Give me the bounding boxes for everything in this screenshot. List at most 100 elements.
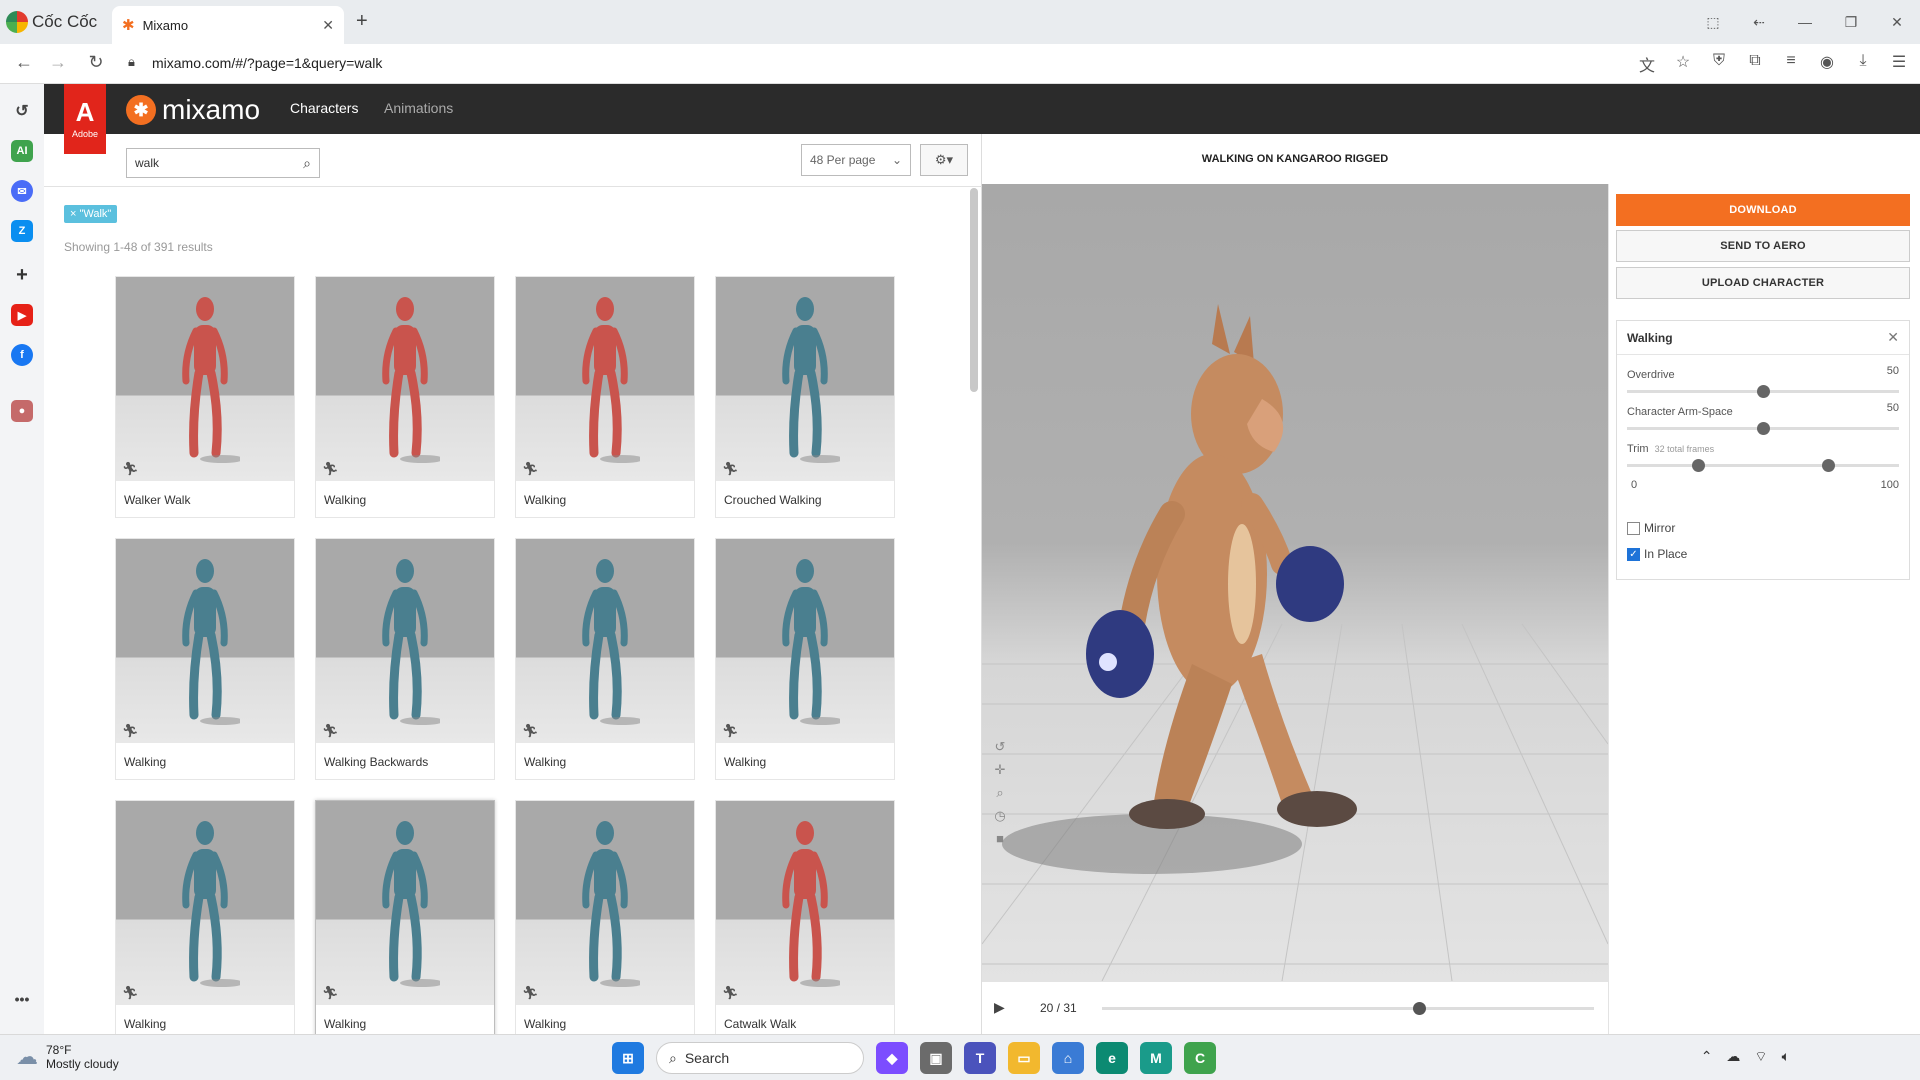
- animation-card[interactable]: 🏃︎ Catwalk Walk: [715, 800, 895, 1034]
- animation-card[interactable]: 🏃︎ Walking: [315, 800, 495, 1034]
- window-close-icon[interactable]: ✕: [1874, 14, 1920, 31]
- overdrive-slider[interactable]: [1627, 385, 1899, 398]
- mixamo-logo[interactable]: ✱ mixamo: [126, 94, 260, 126]
- download-icon[interactable]: ⤓: [1852, 52, 1874, 76]
- animation-thumbnail[interactable]: 🏃︎: [516, 539, 694, 743]
- in-place-row[interactable]: ✓ In Place: [1627, 547, 1687, 561]
- media-icon[interactable]: ≡: [1780, 52, 1802, 76]
- animation-card[interactable]: 🏃︎ Walking: [115, 538, 295, 780]
- adobe-logo[interactable]: A Adobe: [64, 84, 106, 154]
- history-icon[interactable]: ↺: [11, 100, 33, 122]
- animation-card[interactable]: 🏃︎ Walking: [515, 538, 695, 780]
- animation-card[interactable]: 🏃︎ Walking: [315, 276, 495, 518]
- animation-card[interactable]: 🏃︎ Walking: [515, 800, 695, 1034]
- bookmark-star-icon[interactable]: ☆: [1672, 52, 1694, 76]
- send-to-aero-button[interactable]: SEND TO AERO: [1616, 230, 1910, 262]
- upload-character-button[interactable]: UPLOAD CHARACTER: [1616, 267, 1910, 299]
- reset-view-icon[interactable]: ↺: [992, 739, 1008, 755]
- scrollbar[interactable]: [970, 186, 978, 1034]
- zalo-icon[interactable]: Z: [11, 220, 33, 242]
- animation-thumbnail[interactable]: 🏃︎: [716, 277, 894, 481]
- mirror-checkbox[interactable]: [1627, 521, 1640, 535]
- forward-icon[interactable]: →: [46, 52, 70, 73]
- back-history-icon[interactable]: ⇠: [1736, 14, 1782, 31]
- translate-icon[interactable]: 文: [1636, 52, 1658, 76]
- screenshot-icon[interactable]: ⬚: [1690, 14, 1736, 31]
- taskbar-search[interactable]: ⌕ Search: [656, 1042, 864, 1074]
- overdrive-knob[interactable]: [1757, 385, 1770, 398]
- animation-thumbnail[interactable]: 🏃︎: [316, 277, 494, 481]
- animation-card[interactable]: 🏃︎ Walking Backwards: [315, 538, 495, 780]
- animation-thumbnail[interactable]: 🏃︎: [716, 539, 894, 743]
- in-place-checkbox[interactable]: ✓: [1627, 547, 1640, 561]
- animation-thumbnail[interactable]: 🏃︎: [316, 801, 494, 1005]
- add-shortcut-icon[interactable]: +: [11, 264, 33, 286]
- close-icon[interactable]: ✕: [1887, 329, 1899, 346]
- store-icon[interactable]: ⌂: [1052, 1042, 1084, 1074]
- tab-close-icon[interactable]: ✕: [322, 17, 334, 34]
- new-tab-icon[interactable]: +: [356, 10, 368, 33]
- mirror-row[interactable]: Mirror: [1627, 521, 1675, 535]
- search-icon[interactable]: ⌕: [303, 155, 311, 172]
- scroll-thumb[interactable]: [970, 188, 978, 392]
- grid-settings-button[interactable]: ⚙▾: [920, 144, 968, 176]
- messenger-icon[interactable]: ✉: [11, 180, 33, 202]
- reload-icon[interactable]: ↻: [84, 52, 108, 73]
- 3d-viewport[interactable]: ↺ ✛ ⌕ ◷ ■: [982, 184, 1608, 981]
- browser-logo[interactable]: Cốc Cốc: [6, 10, 97, 34]
- restore-icon[interactable]: ❐: [1828, 14, 1874, 31]
- minimize-icon[interactable]: —: [1782, 14, 1828, 30]
- url-field[interactable]: mixamo.com/#/?page=1&query=walk: [152, 55, 382, 71]
- timeline-track[interactable]: [1102, 1002, 1594, 1015]
- timeline-playhead[interactable]: [1413, 1002, 1427, 1015]
- onedrive-icon[interactable]: ☁: [1726, 1048, 1740, 1066]
- nav-characters[interactable]: Characters: [290, 100, 358, 116]
- facebook-icon[interactable]: f: [11, 344, 33, 366]
- more-icon[interactable]: •••: [11, 988, 33, 1010]
- animation-card[interactable]: 🏃︎ Crouched Walking: [715, 276, 895, 518]
- edge-icon[interactable]: e: [1096, 1042, 1128, 1074]
- profile-icon[interactable]: ◉: [1816, 52, 1838, 76]
- back-icon[interactable]: ←: [12, 52, 36, 73]
- lock-icon[interactable]: 🔒︎: [128, 54, 135, 70]
- youtube-icon[interactable]: ▶: [11, 304, 33, 326]
- weather-widget[interactable]: ☁ 78°F Mostly cloudy: [16, 1043, 119, 1071]
- coccoc-app-icon[interactable]: C: [1184, 1042, 1216, 1074]
- animation-thumbnail[interactable]: 🏃︎: [116, 277, 294, 481]
- camera-icon[interactable]: ■: [992, 831, 1008, 846]
- search-input[interactable]: [135, 156, 304, 170]
- arm-space-slider[interactable]: [1627, 422, 1899, 435]
- avatar-shortcut-icon[interactable]: ●: [11, 400, 33, 422]
- extensions-icon[interactable]: ⧉: [1744, 52, 1766, 76]
- trim-end-knob[interactable]: [1822, 459, 1836, 472]
- teams-icon[interactable]: T: [964, 1042, 996, 1074]
- timer-icon[interactable]: ◷: [992, 808, 1008, 824]
- task-view-icon[interactable]: ▣: [920, 1042, 952, 1074]
- animation-thumbnail[interactable]: 🏃︎: [316, 539, 494, 743]
- play-icon[interactable]: ▶: [994, 999, 1005, 1016]
- nav-animations[interactable]: Animations: [384, 100, 453, 116]
- volume-icon[interactable]: 🔈︎: [1782, 1048, 1790, 1066]
- animation-card[interactable]: 🏃︎ Walking: [715, 538, 895, 780]
- trim-start-knob[interactable]: [1691, 459, 1705, 472]
- arm-space-knob[interactable]: [1757, 422, 1770, 435]
- per-page-select[interactable]: 48 Per page ⌄: [801, 144, 911, 176]
- pan-icon[interactable]: ✛: [992, 762, 1008, 778]
- ai-icon[interactable]: AI: [11, 140, 33, 162]
- browser-tab[interactable]: ✱ Mixamo ✕: [112, 6, 344, 44]
- zoom-icon[interactable]: ⌕: [992, 785, 1008, 801]
- animation-card[interactable]: 🏃︎ Walking: [115, 800, 295, 1034]
- file-explorer-icon[interactable]: ▭: [1008, 1042, 1040, 1074]
- animation-card[interactable]: 🏃︎ Walking: [515, 276, 695, 518]
- trim-slider[interactable]: [1627, 459, 1899, 472]
- filter-tag[interactable]: × "Walk": [64, 205, 118, 223]
- widgets-icon[interactable]: ◆: [876, 1042, 908, 1074]
- animation-card[interactable]: 🏃︎ Walker Walk: [115, 276, 295, 518]
- animation-thumbnail[interactable]: 🏃︎: [116, 801, 294, 1005]
- animation-thumbnail[interactable]: 🏃︎: [116, 539, 294, 743]
- download-button[interactable]: DOWNLOAD: [1616, 194, 1910, 226]
- animation-thumbnail[interactable]: 🏃︎: [716, 801, 894, 1005]
- windows-start-icon[interactable]: ⊞: [612, 1042, 644, 1074]
- shield-icon[interactable]: ⛨: [1708, 52, 1730, 76]
- animation-thumbnail[interactable]: 🏃︎: [516, 277, 694, 481]
